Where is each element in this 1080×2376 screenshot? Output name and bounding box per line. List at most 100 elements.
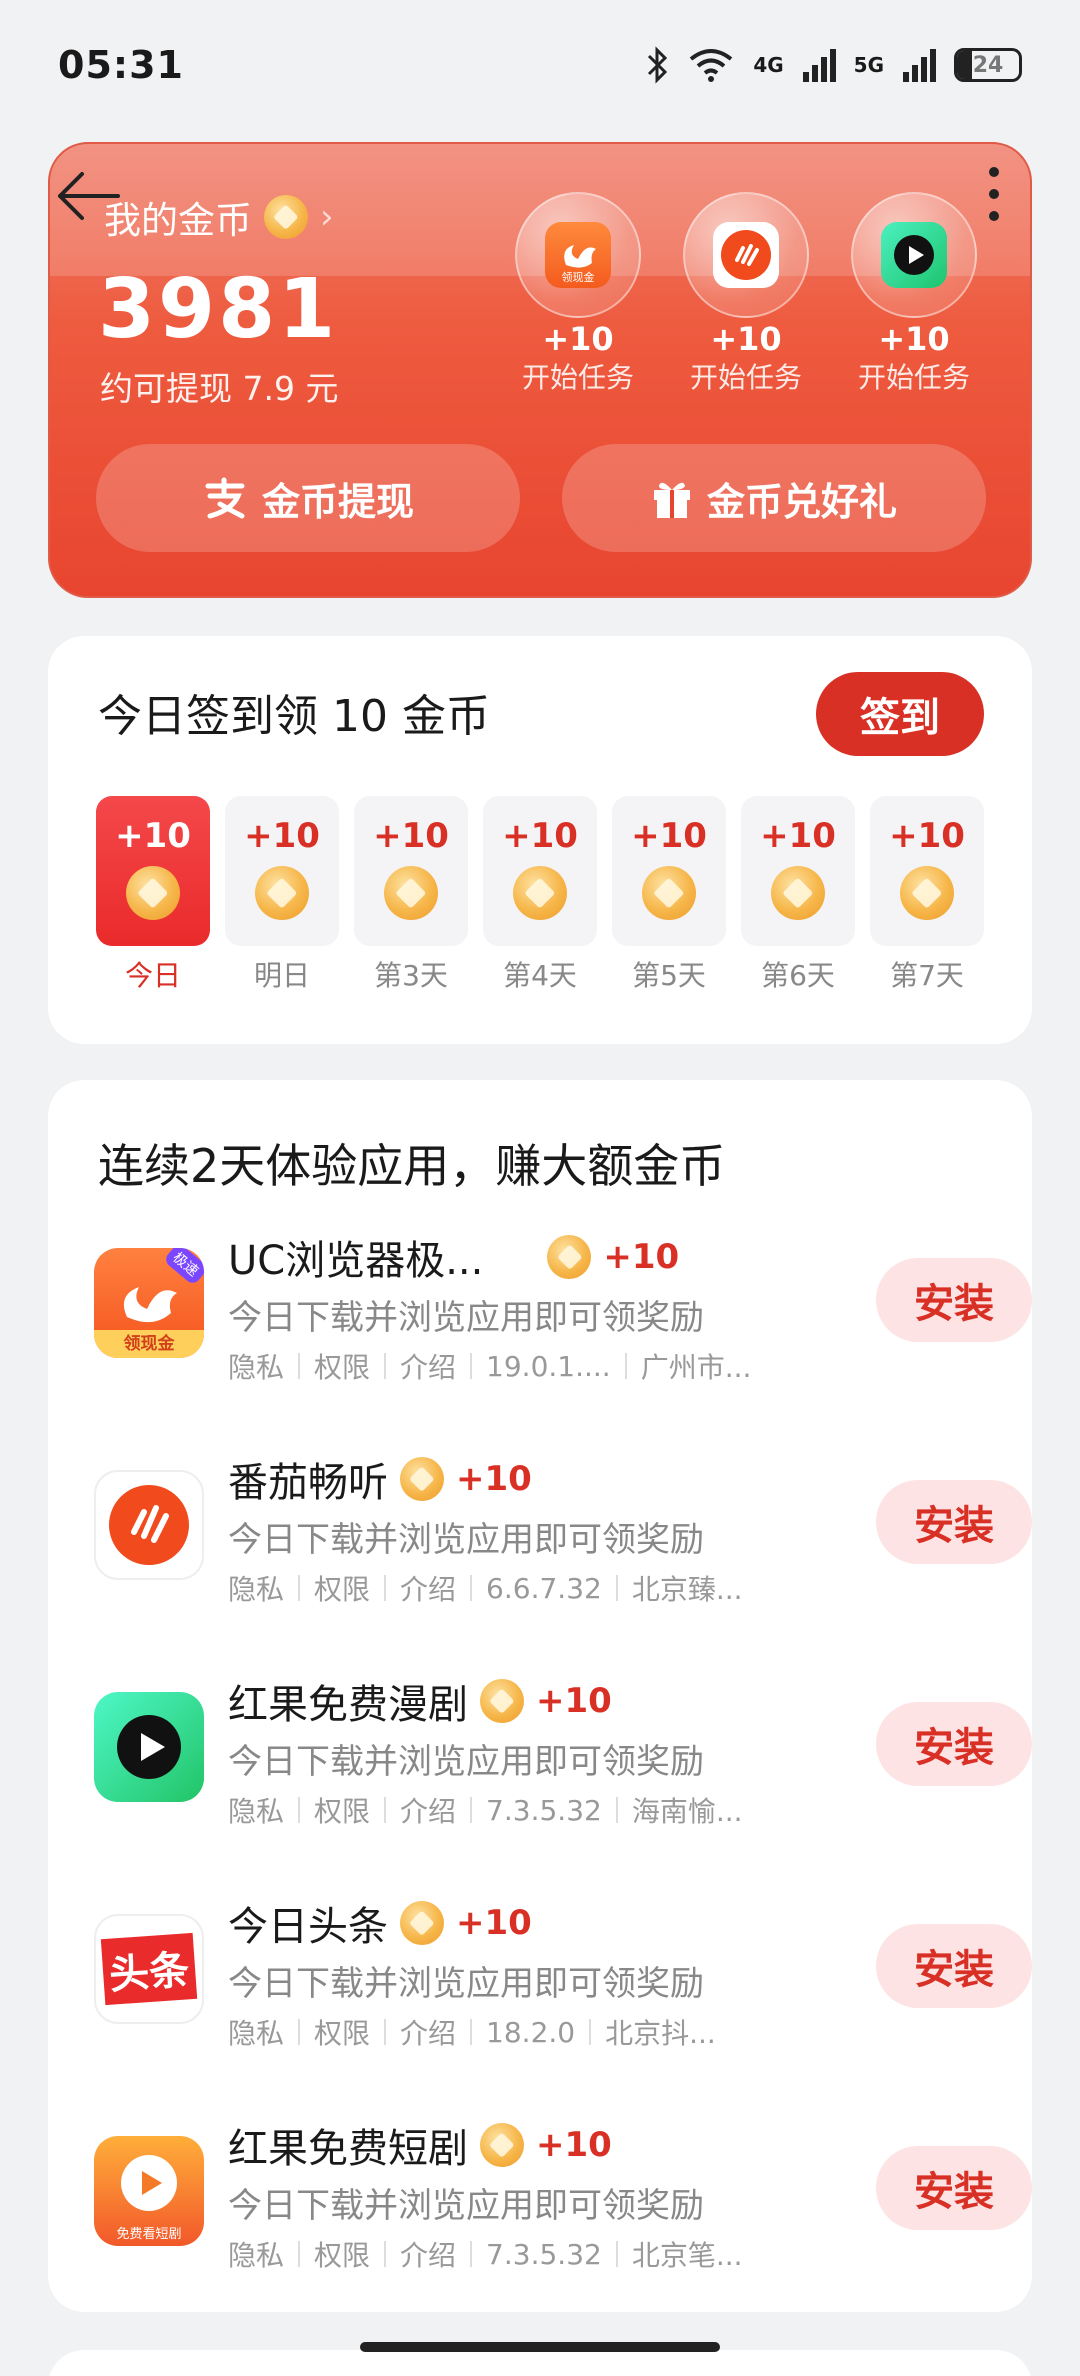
bluetooth-icon [648,46,668,84]
signal-5g-label: 5G [853,53,884,77]
coin-icon [264,195,308,239]
task-uc-browser[interactable]: 领现金 +10 开始任务 [508,192,648,396]
checkin-day[interactable]: +10 明日 [225,796,339,994]
redeem-gifts-label: 金币兑好礼 [706,479,897,524]
uc-browser-icon: 领现金 [545,222,611,288]
list-item[interactable]: 免费看短剧 红果免费短剧 +10 今日下载并浏览应用即可领奖励 隐私 权限 介绍… [94,2116,1032,2306]
intro-link[interactable]: 介绍 [400,2012,456,2052]
list-item[interactable]: 番茄畅听 +10 今日下载并浏览应用即可领奖励 隐私 权限 介绍 6.6.7.3… [94,1450,1032,1640]
install-button[interactable]: 安装 [876,1258,1032,1342]
task-label: 开始任务 [689,361,802,394]
intro-link[interactable]: 介绍 [400,1568,456,1608]
app-meta: 隐私 权限 介绍 19.0.1.... 广州市... [228,1346,751,1386]
status-icons: 4G 5G 24 [645,46,1022,84]
app-version: 19.0.1.... [486,1349,611,1383]
withdraw-hint: 约可提现 7.9 元 [100,369,339,408]
day-amount: +10 [115,816,191,856]
checkin-day-today[interactable]: +10 今日 [96,796,210,994]
permission-link[interactable]: 权限 [314,1790,370,1830]
list-item[interactable]: 极速 领现金 UC浏览器极... +10 今日下载并浏览应用即可领奖励 隐私 权… [94,1228,1032,1418]
checkin-day[interactable]: +10 第6天 [741,796,855,994]
task-hongguo-comic[interactable]: +10 开始任务 [844,192,984,396]
permission-link[interactable]: 权限 [314,2012,370,2052]
app-name: UC浏览器极... [228,1238,484,1284]
permission-link[interactable]: 权限 [314,2234,370,2274]
app-reward: +10 [536,1681,612,1721]
day-amount: +10 [244,816,320,856]
more-icon[interactable] [982,162,1006,226]
install-button[interactable]: 安装 [876,2146,1032,2230]
checkin-card: 今日签到领 10 金币 签到 +10 今日 +10 明日 +10 第3天 +10… [48,636,1032,1044]
install-button[interactable]: 安装 [876,1702,1032,1786]
gift-icon [653,482,690,518]
task-label: 开始任务 [521,361,634,394]
day-label: 明日 [253,959,310,992]
app-desc: 今日下载并浏览应用即可领奖励 [228,1520,704,1560]
app-version: 7.3.5.32 [486,2237,602,2271]
app-developer: 北京臻... [631,1573,743,1606]
my-coins-link[interactable]: 我的金币 › [104,190,334,244]
redeem-gifts-button[interactable]: 金币兑好礼 [562,444,986,552]
uc-browser-icon: 极速 领现金 [94,1248,204,1358]
day-amount: +10 [760,816,836,856]
home-indicator[interactable] [360,2342,720,2352]
intro-link[interactable]: 介绍 [400,1790,456,1830]
checkin-day[interactable]: +10 第5天 [612,796,726,994]
intro-link[interactable]: 介绍 [400,1346,456,1386]
checkin-title: 今日签到领 10 金币 [98,691,490,742]
task-tomato-listen[interactable]: +10 开始任务 [676,192,816,396]
app-meta: 隐私 权限 介绍 7.3.5.32 海南愉... [228,1790,743,1830]
app-tasks-title: 连续2天体验应用，赚大额金币 [98,1139,726,1193]
privacy-link[interactable]: 隐私 [228,1568,284,1608]
privacy-link[interactable]: 隐私 [228,2234,284,2274]
list-item[interactable]: 红果免费漫剧 +10 今日下载并浏览应用即可领奖励 隐私 权限 介绍 7.3.5… [94,1672,1032,1862]
app-icon-caption: 免费看短剧 [116,2227,182,2242]
app-name: 番茄畅听 [228,1460,388,1506]
list-item[interactable]: 头条 今日头条 +10 今日下载并浏览应用即可领奖励 隐私 权限 介绍 18.2… [94,1894,1032,2084]
permission-link[interactable]: 权限 [314,1568,370,1608]
permission-link[interactable]: 权限 [314,1346,370,1386]
coin-icon [547,1235,592,1279]
my-coins-title: 我的金币 [104,199,252,242]
app-meta: 隐私 权限 介绍 18.2.0 北京抖... [228,2012,716,2052]
app-meta: 隐私 权限 介绍 7.3.5.32 北京笔... [228,2234,743,2274]
app-desc: 今日下载并浏览应用即可领奖励 [228,1298,704,1338]
checkin-day[interactable]: +10 第3天 [354,796,468,994]
checkin-day[interactable]: +10 第7天 [870,796,984,994]
app-version: 6.6.7.32 [486,1571,602,1605]
day-label: 第5天 [632,959,706,992]
day-amount: +10 [502,816,578,856]
toutiao-icon: 头条 [94,1914,204,2024]
next-card-peek [48,2350,1032,2376]
privacy-link[interactable]: 隐私 [228,1346,284,1386]
wifi-icon [690,49,733,82]
task-bubble [683,192,809,318]
withdraw-coins-button[interactable]: 金币提现 [96,444,520,552]
tomato-listen-icon [94,1470,204,1580]
app-name: 红果免费漫剧 [228,1682,468,1728]
privacy-link[interactable]: 隐私 [228,2012,284,2052]
app-reward: +10 [456,1903,532,1943]
install-button[interactable]: 安装 [876,1480,1032,1564]
app-developer: 海南愉... [631,1795,743,1828]
app-developer: 广州市... [640,1351,752,1384]
day-label: 第3天 [374,959,448,992]
privacy-link[interactable]: 隐私 [228,1790,284,1830]
task-label: 开始任务 [857,361,970,394]
battery-icon: 24 [954,48,1022,82]
day-amount: +10 [373,816,449,856]
checkin-day[interactable]: +10 第4天 [483,796,597,994]
task-bubble [851,192,977,318]
tomato-listen-icon [713,222,779,288]
coin-icon [771,866,825,920]
checkin-button[interactable]: 签到 [816,672,984,756]
intro-link[interactable]: 介绍 [400,2234,456,2274]
task-reward: +10 [878,320,950,358]
battery-level: 24 [972,52,1004,78]
coin-icon [255,866,309,920]
coin-icon [384,866,438,920]
app-icon-caption: 头条 [100,1932,198,2006]
coin-total: 3981 [98,262,339,357]
coin-icon [513,866,567,920]
install-button[interactable]: 安装 [876,1924,1032,2008]
